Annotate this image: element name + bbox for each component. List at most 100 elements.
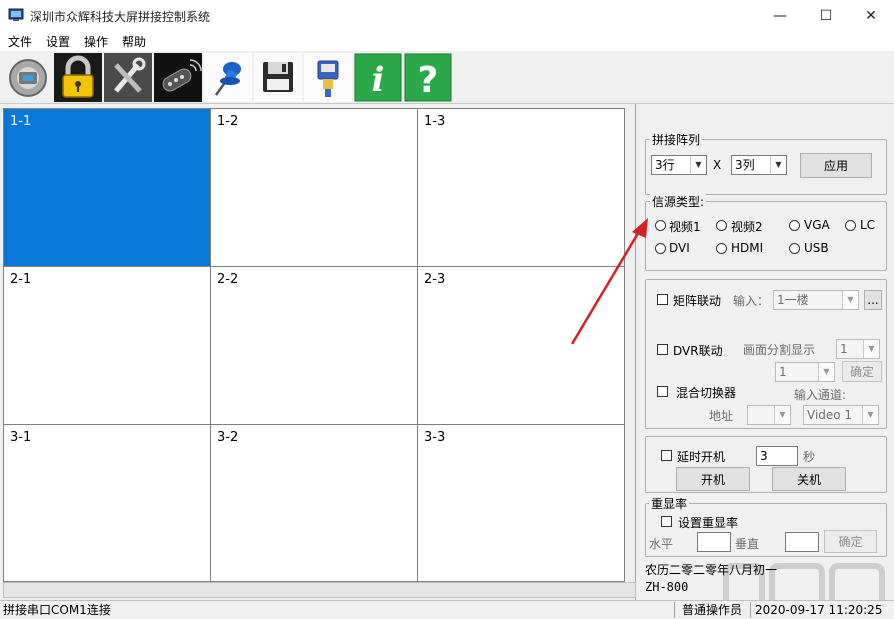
input-channel-label: 输入通道: (794, 388, 847, 402)
refresh-confirm-button[interactable]: 确定 (824, 530, 877, 553)
radio-vga[interactable] (789, 220, 800, 231)
chevron-down-icon: ▼ (842, 291, 858, 309)
horizontal-input[interactable] (697, 532, 731, 552)
delay-seconds-input[interactable]: 3 (756, 446, 798, 466)
cell-label: 1-1 (10, 114, 32, 129)
connect-icon[interactable] (4, 53, 52, 102)
radio-lc-label: LC (860, 218, 876, 232)
floppy-save-icon[interactable] (254, 53, 302, 102)
split-display-select[interactable]: 1 ▼ (836, 339, 880, 359)
help-icon[interactable]: ? (404, 53, 452, 102)
cell-label: 3-3 (424, 430, 446, 445)
pin-icon[interactable] (204, 53, 252, 102)
matrix-linkage-label: 矩阵联动 (673, 294, 722, 308)
menu-file[interactable]: 文件 (8, 33, 32, 50)
grid-cell-1-2[interactable]: 1-2 (211, 109, 418, 267)
rows-select-value: 3行 (655, 158, 675, 172)
cell-label: 1-2 (217, 114, 239, 129)
chevron-down-icon: ▼ (863, 340, 879, 358)
radio-dvi-label: DVI (669, 241, 690, 255)
status-separator (674, 602, 675, 618)
radio-hdmi-label: HDMI (731, 241, 764, 255)
remote-icon[interactable] (154, 53, 202, 102)
grid-cell-3-2[interactable]: 3-2 (211, 425, 418, 581)
info-icon[interactable]: i (354, 53, 402, 102)
seconds-label: 秒 (803, 450, 816, 464)
grid-cell-3-1[interactable]: 3-1 (4, 425, 211, 581)
grid-cell-1-1[interactable]: 1-1 (4, 109, 211, 267)
window-title: 深圳市众辉科技大屏拼接控制系统 (30, 10, 211, 24)
red-arrow-annotation (570, 218, 648, 345)
lock-icon[interactable] (54, 53, 102, 102)
apply-button[interactable]: 应用 (800, 153, 872, 178)
chevron-down-icon: ▼ (690, 156, 706, 174)
chevron-down-icon: ▼ (862, 406, 878, 424)
delay-power-checkbox[interactable] (661, 450, 672, 461)
menu-operation[interactable]: 操作 (84, 33, 108, 50)
power-on-button[interactable]: 开机 (676, 467, 750, 491)
cell-label: 1-3 (424, 114, 446, 129)
chevron-down-icon: ▼ (818, 363, 834, 381)
help-glyph: ? (418, 60, 439, 101)
maximize-button[interactable]: ☐ (803, 0, 849, 31)
grid-cell-2-2[interactable]: 2-2 (211, 267, 418, 425)
radio-lc[interactable] (845, 220, 856, 231)
radio-video2-label: 视频2 (731, 220, 763, 234)
refresh-legend: 重显率 (649, 495, 690, 512)
cell-label: 2-3 (424, 272, 446, 287)
power-off-button[interactable]: 关机 (772, 467, 846, 491)
chevron-down-icon: ▼ (774, 406, 790, 424)
menu-help[interactable]: 帮助 (122, 33, 146, 50)
mixer-checkbox[interactable] (657, 386, 668, 397)
model-label: ZH-800 (645, 580, 689, 594)
screen-grid: 1-1 1-2 1-3 2-1 2-2 2-3 3-1 3-2 3-3 (3, 108, 625, 582)
vertical-input[interactable] (785, 532, 819, 552)
datetime: 2020-09-17 11:20:25 (755, 603, 883, 617)
mixer-label: 混合切换器 (676, 386, 737, 400)
input-channel-value: Video 1 (807, 408, 853, 422)
horizontal-scrollbar[interactable] (3, 582, 636, 598)
cols-select[interactable]: 3列 ▼ (731, 155, 787, 175)
split-sub-select[interactable]: 1 ▼ (775, 362, 835, 382)
set-refresh-label: 设置重显率 (678, 516, 739, 530)
cell-label: 2-2 (217, 272, 239, 287)
source-group (645, 201, 887, 271)
dvr-linkage-label: DVR联动 (673, 344, 723, 358)
split-confirm-button[interactable]: 确定 (842, 361, 882, 382)
serial-status: 拼接串口COM1连接 (3, 603, 111, 617)
menu-settings[interactable]: 设置 (46, 33, 70, 50)
grid-cell-3-3[interactable]: 3-3 (418, 425, 624, 581)
matrix-input-select[interactable]: 1一楼 ▼ (773, 290, 859, 310)
radio-usb-label: USB (804, 241, 829, 255)
matrix-input-value: 1一楼 (777, 293, 809, 307)
radio-usb[interactable] (789, 243, 800, 254)
vertical-label: 垂直 (735, 537, 760, 551)
cols-select-value: 3列 (735, 158, 755, 172)
cell-label: 3-2 (217, 430, 239, 445)
info-glyph: i (372, 60, 385, 100)
serial-port-icon[interactable] (304, 53, 352, 102)
radio-hdmi[interactable] (716, 243, 727, 254)
grid-cell-2-1[interactable]: 2-1 (4, 267, 211, 425)
times-label: X (713, 158, 722, 172)
horizontal-label: 水平 (649, 537, 674, 551)
status-separator (750, 602, 751, 618)
array-legend: 拼接阵列 (650, 131, 703, 148)
tools-icon[interactable] (104, 53, 152, 102)
delay-power-label: 延时开机 (677, 450, 726, 464)
address-label: 地址 (709, 409, 734, 423)
rows-select[interactable]: 3行 ▼ (651, 155, 707, 175)
source-legend: 信源类型: (650, 193, 707, 210)
close-button[interactable]: ✕ (848, 0, 894, 31)
minimize-button[interactable]: — (757, 0, 803, 31)
address-select[interactable]: ▼ (747, 405, 791, 425)
set-refresh-checkbox[interactable] (661, 516, 672, 527)
input-channel-select[interactable]: Video 1 ▼ (803, 405, 879, 425)
radio-video2[interactable] (716, 220, 727, 231)
matrix-more-button[interactable]: ... (864, 290, 882, 310)
cell-label: 2-1 (10, 272, 32, 287)
matrix-input-label: 输入： (733, 294, 770, 308)
app-icon (8, 8, 24, 21)
cell-label: 3-1 (10, 430, 32, 445)
chevron-down-icon: ▼ (770, 156, 786, 174)
